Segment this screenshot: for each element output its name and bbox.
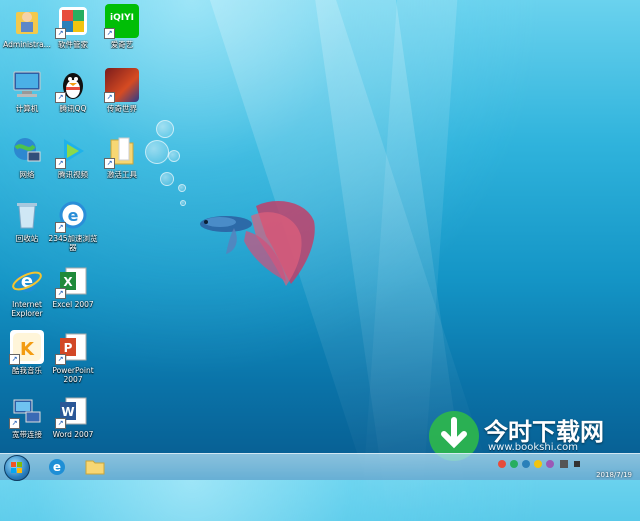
shortcut-arrow-icon: ↗ (104, 92, 115, 103)
taskbar: e 2018/7/19 (0, 453, 640, 481)
shortcut-arrow-icon: ↗ (55, 92, 66, 103)
desktop-icon-label: 激活工具 (107, 170, 137, 179)
computer-icon (10, 68, 44, 102)
shortcut-arrow-icon: ↗ (55, 354, 66, 365)
desktop-icon-label: 传奇世界 (107, 104, 137, 113)
bubble (180, 200, 186, 206)
desktop-icon-label: PowerPoint 2007 (52, 366, 94, 384)
desktop-icon-label: 腾讯视频 (58, 170, 88, 179)
clock-date[interactable]: 2018/7/19 (596, 471, 632, 479)
desktop-icon-excel[interactable]: X ↗ Excel 2007 (46, 264, 100, 309)
shortcut-arrow-icon: ↗ (9, 354, 20, 365)
betta-fish-wallpaper (200, 201, 315, 286)
user-folder-icon (10, 4, 44, 38)
svg-text:W: W (61, 405, 74, 419)
shortcut-arrow-icon: ↗ (55, 418, 66, 429)
desktop-icon-label: 软件管家 (58, 40, 88, 49)
taskbar-explorer-button[interactable] (80, 456, 110, 478)
shortcut-arrow-icon: ↗ (104, 28, 115, 39)
shortcut-arrow-icon: ↗ (55, 158, 66, 169)
desktop-icon-label: Word 2007 (52, 430, 94, 439)
game-icon: ↗ (104, 68, 139, 103)
desktop-icon-tencent-qq[interactable]: ↗ 腾讯QQ (46, 68, 100, 113)
desktop-icon-label: 爱奇艺 (110, 40, 134, 49)
shortcut-arrow-icon: ↗ (9, 418, 20, 429)
desktop-icon-game[interactable]: ↗ 传奇世界 (95, 68, 149, 113)
desktop-icon-software-manager[interactable]: ↗ 软件管家 (46, 4, 100, 49)
desktop-icon-powerpoint[interactable]: P ↗ PowerPoint 2007 (46, 330, 100, 384)
qq-penguin-icon: ↗ (55, 68, 90, 103)
taskbar-ie-button[interactable]: e (42, 456, 72, 478)
shortcut-arrow-icon: ↗ (55, 28, 66, 39)
iqiyi-icon: iQIYI ↗ (104, 4, 139, 39)
svg-text:X: X (63, 275, 73, 289)
bubble (178, 184, 186, 192)
shortcut-arrow-icon: ↗ (55, 288, 66, 299)
svg-text:e: e (68, 206, 79, 225)
word-icon: W ↗ (55, 394, 90, 429)
bubble (160, 172, 174, 186)
desktop-icon-word[interactable]: W ↗ Word 2007 (46, 394, 100, 439)
desktop-icon-label: 腾讯QQ (59, 104, 87, 113)
shortcut-arrow-icon: ↗ (104, 158, 115, 169)
desktop-icon-label: Excel 2007 (52, 300, 94, 309)
svg-text:P: P (64, 341, 73, 355)
software-manager-icon: ↗ (55, 4, 90, 39)
broadband-connection-icon: ↗ (9, 394, 44, 429)
svg-text:K: K (20, 339, 35, 360)
network-globe-icon (10, 134, 44, 168)
start-button[interactable] (4, 455, 30, 481)
windows-logo-icon (11, 462, 22, 473)
tray-icons (498, 460, 580, 468)
desktop-icon-label: 2345加速浏览器 (48, 234, 98, 252)
bubble (156, 120, 174, 138)
kuwo-music-icon: K ↗ (9, 330, 44, 365)
watermark-url: www.bookshi.com (488, 442, 579, 453)
iqiyi-badge-text: iQIYI (110, 13, 134, 23)
shortcut-arrow-icon: ↗ (55, 222, 66, 233)
recycle-bin-icon (10, 198, 44, 232)
svg-text:e: e (53, 460, 61, 474)
bubble (168, 150, 180, 162)
desktop-icon-tencent-video[interactable]: ↗ 腾讯视频 (46, 134, 100, 179)
ie-icon: e (10, 264, 44, 298)
folder-icon: ↗ (104, 134, 139, 169)
tencent-video-icon: ↗ (55, 134, 90, 169)
browser-e-icon: e ↗ (55, 198, 90, 233)
folder-icon (85, 460, 105, 475)
desktop-icon-iqiyi[interactable]: iQIYI ↗ 爱奇艺 (95, 4, 149, 49)
ie-icon: e (49, 459, 65, 475)
powerpoint-icon: P ↗ (55, 330, 90, 365)
desktop-icon-activation-tool[interactable]: ↗ 激活工具 (95, 134, 149, 179)
desktop-icon-2345-browser[interactable]: e ↗ 2345加速浏览器 (46, 198, 100, 252)
excel-icon: X ↗ (55, 264, 90, 299)
